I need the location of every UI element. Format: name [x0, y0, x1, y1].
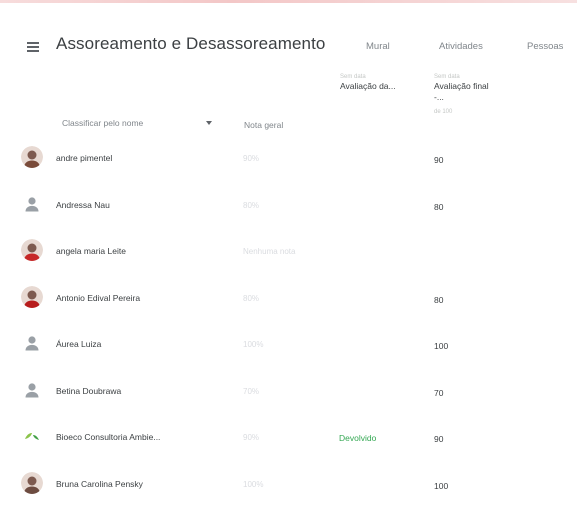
sort-by-name-dropdown[interactable]: Classificar pelo nome [62, 118, 143, 128]
student-row[interactable]: Áurea Luiza 100% 100 [0, 326, 577, 372]
avatar [21, 146, 43, 168]
student-row[interactable]: Bioeco Consultoria Ambie... 90% Devolvido 9… [0, 419, 577, 465]
student-row[interactable]: andre pimentel 90% 90 [0, 140, 577, 186]
default-avatar-icon [21, 193, 43, 215]
grade-cell[interactable]: 100 [434, 481, 448, 491]
assignment-title: Avaliação final -... [434, 81, 489, 102]
overall-grade: 80% [243, 201, 260, 210]
student-row[interactable]: Betina Doubrawa 70% 70 [0, 373, 577, 419]
student-name[interactable]: angela maria Leite [56, 246, 126, 256]
overall-grade: Nenhuma nota [243, 247, 296, 256]
student-name[interactable]: Andressa Nau [56, 200, 110, 210]
avatar [21, 239, 43, 261]
student-name[interactable]: andre pimentel [56, 153, 112, 163]
student-name[interactable]: Antonio Edival Pereira [56, 293, 140, 303]
overall-grade: 100% [243, 480, 264, 489]
grade-cell[interactable]: 90 [434, 155, 443, 165]
dropdown-caret-icon[interactable] [206, 121, 212, 125]
avatar [21, 425, 43, 447]
student-row[interactable]: angela maria Leite Nenhuma nota [0, 233, 577, 279]
overall-grade: 100% [243, 340, 264, 349]
submission-status: Devolvido [339, 433, 377, 443]
overall-grade: 90% [243, 433, 260, 442]
assignment-due-label: Sem data [340, 74, 366, 80]
hamburger-menu-icon[interactable] [27, 42, 39, 52]
student-name[interactable]: Bruna Carolina Pensky [56, 479, 143, 489]
default-avatar-icon [21, 379, 43, 401]
tab-pessoas[interactable]: Pessoas [527, 41, 563, 52]
assignment-column-header[interactable]: Sem data Avaliação da... [340, 73, 400, 92]
class-title: Assoreamento e Desassoreamento [56, 34, 326, 53]
assignment-title: Avaliação da... [340, 81, 396, 91]
grade-cell[interactable]: 80 [434, 295, 443, 305]
assignment-points: de 100 [434, 109, 453, 115]
grade-cell[interactable]: 70 [434, 388, 443, 398]
student-name[interactable]: Áurea Luiza [56, 339, 101, 349]
grade-cell[interactable]: 80 [434, 202, 443, 212]
overall-grade-header: Nota geral [244, 120, 284, 130]
top-accent-line [0, 0, 577, 3]
assignment-column-header[interactable]: Sem data Avaliação final -... de 100 [434, 73, 494, 118]
overall-grade: 80% [243, 294, 260, 303]
assignment-due-label: Sem data [434, 74, 460, 80]
tab-mural[interactable]: Mural [366, 41, 390, 52]
student-row[interactable]: Bruna Carolina Pensky 100% 100 [0, 466, 577, 512]
overall-grade: 70% [243, 387, 260, 396]
student-name[interactable]: Betina Doubrawa [56, 386, 121, 396]
overall-grade: 90% [243, 154, 260, 163]
tab-atividades[interactable]: Atividades [439, 41, 483, 52]
student-name[interactable]: Bioeco Consultoria Ambie... [56, 432, 160, 442]
avatar [21, 472, 43, 494]
student-row[interactable]: Antonio Edival Pereira 80% 80 [0, 280, 577, 326]
avatar [21, 286, 43, 308]
grade-cell[interactable]: 90 [434, 434, 443, 444]
student-row[interactable]: Andressa Nau 80% 80 [0, 187, 577, 233]
grade-cell[interactable]: 100 [434, 341, 448, 351]
default-avatar-icon [21, 332, 43, 354]
